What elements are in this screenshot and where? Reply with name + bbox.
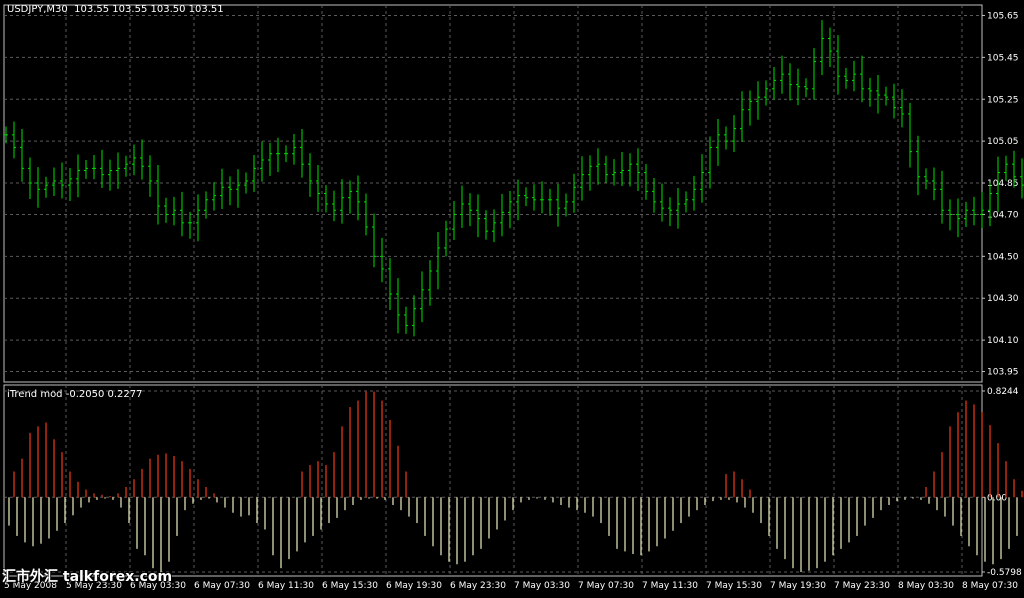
time-axis-label: 7 May 07:30 bbox=[578, 581, 634, 591]
time-axis-label: 7 May 19:30 bbox=[770, 581, 826, 591]
time-axis-label: 6 May 23:30 bbox=[450, 581, 506, 591]
indicator-values: -0.2050 0.2277 bbox=[65, 389, 143, 400]
time-axis-label: 6 May 11:30 bbox=[258, 581, 314, 591]
price-tick-label: 104.30 bbox=[987, 294, 1019, 304]
chart-window[interactable]: 105.65 105.45 105.25 105.05 104.85 104.70 104.… bbox=[0, 0, 1024, 594]
time-axis-label: 8 May 03:30 bbox=[898, 581, 954, 591]
price-tick-label: 104.10 bbox=[987, 336, 1019, 346]
indicator-name: iTrend mod bbox=[7, 389, 63, 400]
price-tick-label: 103.95 bbox=[987, 368, 1019, 378]
price-tick-label: 105.25 bbox=[987, 95, 1019, 105]
indicator-tick-label: 0.8244 bbox=[987, 387, 1019, 397]
price-chart-header: USDJPY,M30 103.55 103.55 103.50 103.51 bbox=[7, 4, 224, 15]
ohlc-values: 103.55 103.55 103.50 103.51 bbox=[74, 4, 224, 15]
price-tick-label: 104.50 bbox=[987, 252, 1019, 262]
time-axis-label: 7 May 11:30 bbox=[642, 581, 698, 591]
price-tick-label: 104.70 bbox=[987, 210, 1019, 220]
price-tick-label: 105.65 bbox=[987, 11, 1019, 21]
chart-canvas[interactable]: 105.65105.45105.25105.05104.85104.70104.… bbox=[0, 0, 1024, 594]
time-axis-label: 8 May 07:30 bbox=[962, 581, 1018, 591]
time-axis-label: 6 May 15:30 bbox=[322, 581, 378, 591]
indicator-header: iTrend mod -0.2050 0.2277 bbox=[7, 389, 143, 400]
time-axis-label: 7 May 15:30 bbox=[706, 581, 762, 591]
time-axis-label: 6 May 07:30 bbox=[194, 581, 250, 591]
symbol-label: USDJPY,M30 bbox=[7, 4, 68, 15]
indicator-tick-label: -0.5798 bbox=[987, 568, 1022, 578]
time-axis-label: 6 May 19:30 bbox=[386, 581, 442, 591]
time-axis-label: 7 May 03:30 bbox=[514, 581, 570, 591]
watermark: 汇市外汇 talkforex.com bbox=[2, 569, 173, 585]
price-tick-label: 105.45 bbox=[987, 53, 1019, 63]
time-axis-label: 7 May 23:30 bbox=[834, 581, 890, 591]
price-tick-label: 105.05 bbox=[987, 137, 1019, 147]
